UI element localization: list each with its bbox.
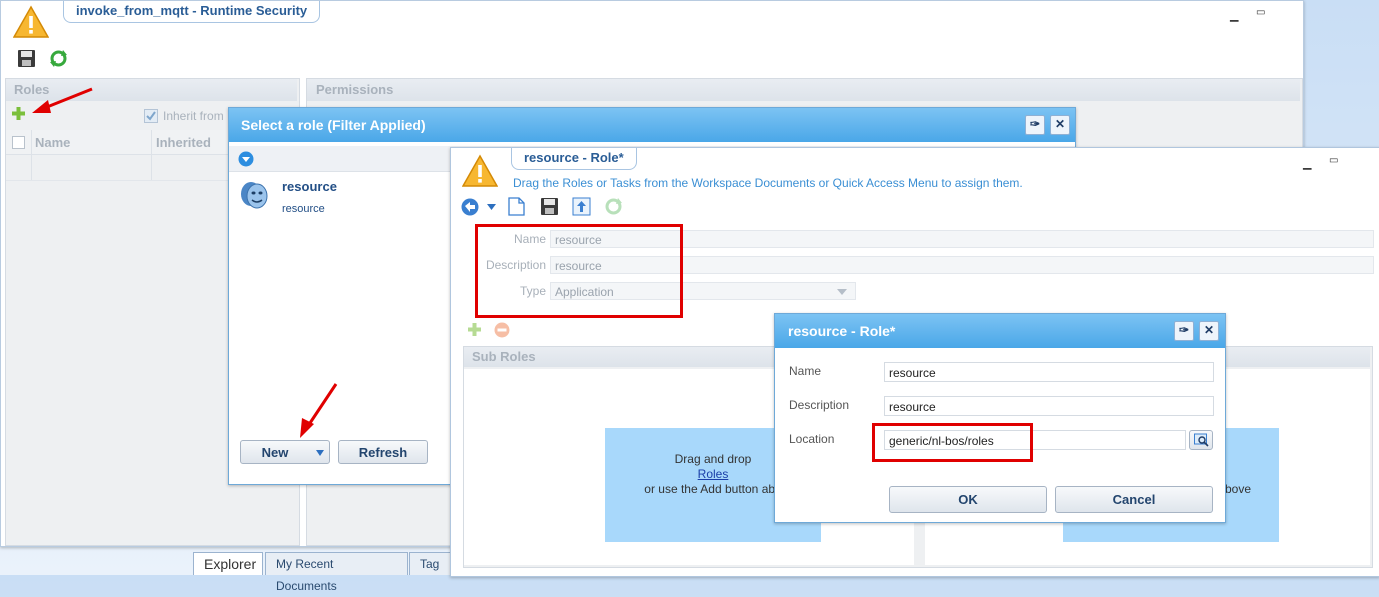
annotation-arrow <box>32 87 93 113</box>
highlight-box <box>872 423 1033 462</box>
refresh-icon <box>605 198 622 215</box>
minimize-button[interactable]: ▁ <box>1303 157 1311 170</box>
pin-icon[interactable]: ✑ <box>1174 321 1194 341</box>
tab-tag-search[interactable]: Tag S <box>409 552 453 575</box>
maximize-button[interactable]: ▭ <box>1256 7 1265 18</box>
name-label: Name <box>789 364 822 378</box>
permissions-panel-header: Permissions <box>307 79 1300 101</box>
close-icon[interactable]: ✕ <box>1199 321 1219 341</box>
role-list-item[interactable]: resource resource <box>233 174 448 224</box>
role-editor-instruction: Drag the Roles or Tasks from the Workspa… <box>513 176 1023 190</box>
refresh-button[interactable]: Refresh <box>338 440 428 464</box>
select-role-dialog-header: Select a role (Filter Applied) ✑ ✕ <box>229 108 1075 142</box>
location-browse-button[interactable] <box>1189 430 1213 450</box>
publish-icon[interactable] <box>572 197 591 216</box>
browse-icon <box>1194 433 1209 447</box>
new-document-icon[interactable] <box>508 197 525 216</box>
main-window-title: invoke_from_mqtt - Runtime Security <box>63 1 321 23</box>
chevron-down-icon[interactable] <box>487 204 496 211</box>
role-mask-icon <box>241 182 268 209</box>
role-dialog-title: resource - Role* <box>788 323 896 339</box>
select-role-dialog-title: Select a role (Filter Applied) <box>241 117 426 133</box>
cancel-button[interactable]: Cancel <box>1055 486 1213 513</box>
role-dialog-header: resource - Role* ✑ ✕ <box>775 314 1225 348</box>
tab-recent-documents[interactable]: My Recent Documents <box>265 552 408 593</box>
role-editor-title: resource - Role* <box>511 148 637 170</box>
add-subrole-icon[interactable] <box>467 322 482 337</box>
roles-link[interactable]: Roles <box>698 467 729 481</box>
inherit-label: Inherit from <box>163 109 224 123</box>
highlight-box <box>475 224 683 318</box>
new-button-label: New <box>261 445 289 460</box>
minimize-button[interactable]: ▁ <box>1230 9 1238 22</box>
description-label: Description <box>789 398 850 412</box>
grid-col-divider <box>31 130 32 180</box>
save-icon[interactable] <box>17 49 36 68</box>
column-inherited[interactable]: Inherited <box>156 135 211 150</box>
location-label: Location <box>789 432 835 446</box>
role-item-name: resource <box>282 179 337 194</box>
pin-icon[interactable]: ✑ <box>1025 115 1045 135</box>
role-dialog: resource - Role* ✑ ✕ Name resource Descr… <box>774 313 1226 523</box>
column-name[interactable]: Name <box>35 135 70 150</box>
maximize-button[interactable]: ▭ <box>1329 155 1338 166</box>
close-icon[interactable]: ✕ <box>1050 115 1070 135</box>
back-icon[interactable] <box>460 197 480 217</box>
grid-col-divider <box>151 130 152 180</box>
description-field[interactable]: resource <box>884 396 1214 416</box>
sub-roles-title: Sub Roles <box>472 349 536 364</box>
inherit-checkbox[interactable] <box>144 109 158 123</box>
filter-dropdown-icon[interactable] <box>238 151 254 167</box>
save-icon[interactable] <box>540 197 559 216</box>
add-role-icon[interactable] <box>11 106 26 121</box>
new-button[interactable]: New <box>240 440 330 464</box>
chevron-down-icon[interactable] <box>315 449 325 457</box>
select-all-checkbox[interactable] <box>12 136 25 149</box>
permissions-panel-title: Permissions <box>316 82 394 97</box>
warning-icon <box>462 154 498 187</box>
ok-button[interactable]: OK <box>889 486 1047 513</box>
tab-explorer[interactable]: Explorer <box>193 552 263 575</box>
chevron-down-icon[interactable] <box>837 289 847 296</box>
remove-subrole-icon[interactable] <box>494 322 510 338</box>
annotation-arrow <box>300 383 338 438</box>
name-field[interactable]: resource <box>884 362 1214 382</box>
roles-grid-row <box>6 155 230 181</box>
warning-icon <box>13 5 49 38</box>
refresh-icon[interactable] <box>49 49 68 68</box>
role-item-subtitle: resource <box>282 203 325 215</box>
